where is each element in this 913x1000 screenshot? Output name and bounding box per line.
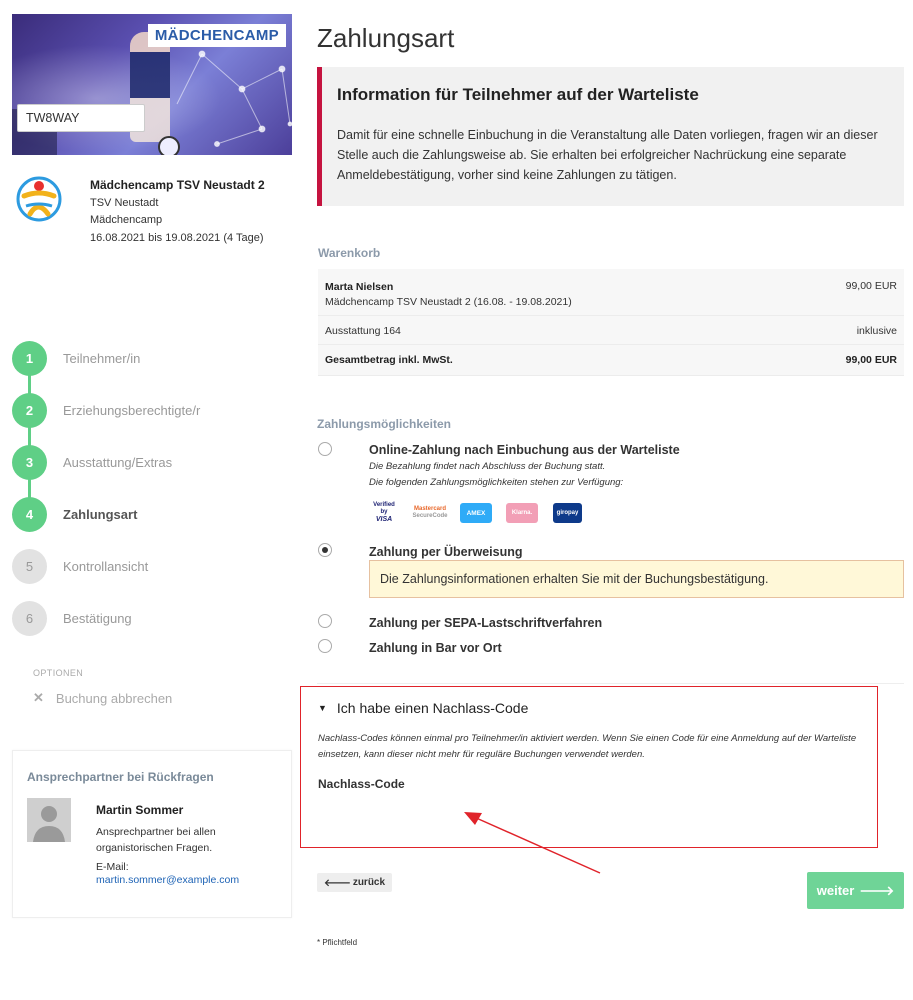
info-heading: Information für Teilnehmer auf der Warte… (337, 85, 699, 104)
cart-item-description: Mädchencamp TSV Neustadt 2 (16.08. - 19.… (325, 296, 572, 308)
close-icon: ✕ (33, 690, 44, 705)
visa-icon: Verified by VISA (369, 502, 399, 523)
cart-heading: Warenkorb (318, 246, 381, 260)
radio-online-payment[interactable] (318, 442, 332, 456)
booking-steps: 1 Teilnehmer/in 2 Erziehungsberechtigte/… (12, 332, 292, 644)
page-title: Zahlungsart (317, 23, 455, 53)
next-button-label: weiter (816, 883, 855, 898)
radio-sepa[interactable] (318, 614, 332, 628)
online-payment-subtext-1: Die Bezahlung findet nach Abschluss der … (369, 461, 606, 472)
contact-card: Ansprechpartner bei Rückfragen Martin So… (12, 750, 292, 918)
waitlist-info-box: Information für Teilnehmer auf der Warte… (317, 67, 904, 206)
back-button[interactable]: 🡐 zurück (317, 873, 393, 892)
mastercard-icon: Mastercard SecureCode (412, 503, 448, 523)
annotation-arrow (464, 812, 601, 874)
football-icon (158, 136, 180, 155)
cart-table: Marta Nielsen Mädchencamp TSV Neustadt 2… (318, 269, 904, 376)
discount-toggle[interactable]: ▼ Ich habe einen Nachlass-Code (318, 700, 528, 716)
step-5: 5 Kontrollansicht (12, 540, 292, 592)
mastercard-line2: SecureCode (412, 513, 448, 519)
mastercard-line1: Mastercard (414, 506, 447, 512)
step-label: Kontrollansicht (63, 558, 149, 574)
event-banner-image: MÄDCHENCAMP (12, 14, 292, 155)
camp-badge: MÄDCHENCAMP (147, 24, 286, 47)
discount-toggle-label: Ich habe einen Nachlass-Code (336, 700, 529, 716)
divider (317, 683, 904, 684)
payment-options-heading: Zahlungsmöglichkeiten (317, 417, 452, 431)
radio-cash[interactable] (318, 639, 332, 653)
options-heading: OPTIONEN (33, 668, 84, 678)
discount-note: Nachlass-Codes können einmal pro Teilneh… (318, 733, 857, 760)
event-title: Mädchencamp TSV Neustadt 2 (90, 178, 265, 192)
arrow-right-icon: 🡒 (859, 882, 895, 898)
step-label: Ausstattung/Extras (63, 454, 173, 470)
cart-item-name: Marta Nielsen (325, 281, 394, 293)
step-3[interactable]: 3 Ausstattung/Extras (12, 436, 292, 488)
cart-row-item: Marta Nielsen Mädchencamp TSV Neustadt 2… (318, 269, 904, 316)
back-button-label: zurück (352, 877, 386, 888)
arrow-left-icon: 🡐 (324, 877, 351, 889)
discount-code-input[interactable] (17, 104, 145, 132)
step-number: 6 (12, 600, 47, 636)
discount-field-label: Nachlass-Code (318, 777, 405, 791)
sepa-label[interactable]: Zahlung per SEPA-Lastschriftverfahren (369, 616, 602, 630)
cancel-booking-label: Buchung abbrechen (55, 690, 173, 706)
step-label: Zahlungsart (63, 506, 138, 522)
radio-bank-transfer[interactable] (318, 543, 332, 557)
club-logo (16, 176, 62, 222)
cart-item-price: 99,00 EUR (845, 280, 897, 292)
online-payment-label[interactable]: Online-Zahlung nach Einbuchung aus der W… (369, 443, 680, 457)
transfer-info-note: Die Zahlungsinformationen erhalten Sie m… (369, 560, 904, 598)
cancel-booking-link[interactable]: ✕ Buchung abbrechen (33, 690, 172, 706)
contact-email-label: E-Mail: (96, 861, 129, 873)
required-field-note: * Pflichtfeld (317, 938, 358, 947)
step-label: Bestätigung (63, 610, 132, 626)
cart-extra-name: Ausstattung 164 (325, 325, 401, 337)
event-organizer: TSV Neustadt (90, 196, 159, 209)
klarna-icon: Klarna. (506, 503, 538, 523)
avatar (27, 798, 71, 842)
next-button[interactable]: weiter 🡒 (807, 872, 904, 909)
amex-icon: AMEX (460, 503, 492, 523)
step-label: Erziehungsberechtigte/r (63, 402, 201, 418)
step-6: 6 Bestätigung (12, 592, 292, 644)
event-category: Mädchencamp (90, 214, 163, 226)
step-2[interactable]: 2 Erziehungsberechtigte/r (12, 384, 292, 436)
event-dates: 16.08.2021 bis 19.08.2021 (4 Tage) (90, 231, 264, 244)
cart-extra-price: inklusive (856, 325, 897, 337)
contact-heading: Ansprechpartner bei Rückfragen (27, 770, 214, 784)
event-details: Mädchencamp TSV Neustadt 2 TSV Neustadt … (90, 177, 265, 247)
cart-total-label: Gesamtbetrag inkl. MwSt. (325, 354, 453, 366)
step-number: 4 (12, 496, 47, 532)
visa-line2: VISA (375, 516, 393, 523)
step-label: Teilnehmer/in (63, 350, 141, 366)
info-text: Damit für eine schnelle Einbuchung in di… (337, 128, 878, 182)
visa-line1: Verified by (373, 502, 395, 515)
cart-row-total: Gesamtbetrag inkl. MwSt. 99,00 EUR (318, 345, 904, 376)
contact-email-link[interactable]: martin.sommer@example.com (96, 874, 239, 886)
cash-label[interactable]: Zahlung in Bar vor Ort (369, 641, 502, 655)
giropay-icon: giropay (553, 503, 582, 523)
online-payment-subtext-2: Die folgenden Zahlungsmöglichkeiten steh… (369, 477, 624, 488)
bank-transfer-label[interactable]: Zahlung per Überweisung (369, 545, 523, 559)
cart-total-price: 99,00 EUR (845, 354, 897, 366)
triangle-down-icon: ▼ (318, 703, 327, 713)
step-number: 1 (12, 340, 47, 376)
step-number: 3 (12, 444, 47, 480)
step-1[interactable]: 1 Teilnehmer/in (12, 332, 292, 384)
step-number: 2 (12, 392, 47, 428)
step-number: 5 (12, 548, 47, 584)
contact-name: Martin Sommer (96, 803, 184, 817)
person-icon (27, 798, 71, 842)
contact-description: Ansprechpartner bei allen organistorisch… (96, 826, 216, 854)
cart-row-extra: Ausstattung 164 inklusive (318, 316, 904, 345)
step-4: 4 Zahlungsart (12, 488, 292, 540)
